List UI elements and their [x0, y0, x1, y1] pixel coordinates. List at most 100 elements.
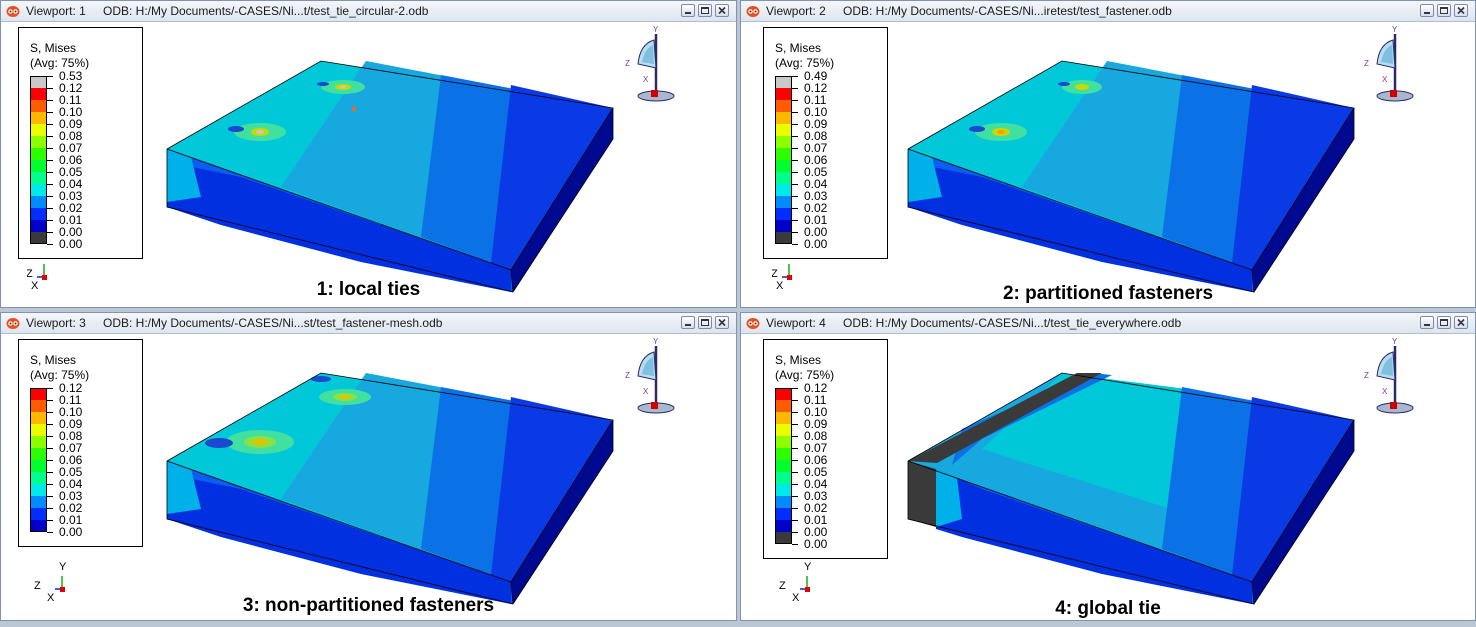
viewport-titlebar[interactable]: Viewport: 4 ODB: H:/My Documents/-CASES/… [741, 313, 1475, 334]
legend-tick [792, 112, 798, 113]
viewport-4[interactable]: Viewport: 4 ODB: H:/My Documents/-CASES/… [740, 312, 1476, 621]
legend-tick [47, 484, 53, 485]
maximize-icon [701, 7, 709, 14]
minimize-button[interactable] [681, 316, 695, 329]
legend-tick [47, 208, 53, 209]
viewport-caption: 1: local ties [316, 279, 421, 300]
legend-swatch [30, 448, 47, 460]
viewport-canvas[interactable]: S, Mises (Avg: 75%) 0.49 0.12 0.11 0.10 0.09… [741, 22, 1475, 307]
contour-legend: S, Mises (Avg: 75%) 0.12 0.11 0.10 0.09 0.08… [763, 339, 888, 559]
legend-subtitle: (Avg: 75%) [30, 56, 90, 70]
legend-swatch [775, 196, 792, 208]
minimize-button[interactable] [1420, 4, 1434, 17]
legend-tick [47, 496, 53, 497]
minimize-icon [1424, 12, 1430, 14]
legend-tick [792, 244, 798, 245]
close-button[interactable] [715, 4, 729, 17]
triad-z-label: Z [772, 268, 778, 280]
minimize-button[interactable] [1420, 316, 1434, 329]
viewport-canvas[interactable]: S, Mises (Avg: 75%) 0.53 0.12 0.11 0.10 0.09… [1, 22, 736, 307]
triad-z-label: Z [34, 580, 41, 592]
maximize-button[interactable] [698, 316, 712, 329]
legend-tick [792, 160, 798, 161]
legend-tick [47, 460, 53, 461]
fe-model-plate [166, 372, 614, 605]
legend-swatch [775, 172, 792, 184]
maximize-icon [1440, 7, 1448, 14]
legend-tick [792, 400, 798, 401]
legend-tick [792, 184, 798, 185]
odb-path: ODB: H:/My Documents/-CASES/Ni...t/test_… [843, 316, 1182, 330]
legend-tick [792, 196, 798, 197]
legend-tick [792, 220, 798, 221]
abaqus-viewport-icon [746, 318, 760, 329]
csys-x-label: X [643, 75, 649, 84]
legend-swatch [30, 160, 47, 172]
legend-swatch [775, 508, 792, 520]
close-button[interactable] [1454, 4, 1468, 17]
viewport-1[interactable]: Viewport: 1 ODB: H:/My Documents/-CASES/… [0, 0, 737, 308]
legend-tick [47, 172, 53, 173]
legend-swatch [30, 400, 47, 412]
csys-x-label: X [1382, 75, 1388, 84]
viewport-titlebar[interactable]: Viewport: 1 ODB: H:/My Documents/-CASES/… [1, 1, 736, 22]
legend-tick [47, 220, 53, 221]
legend-swatch [30, 520, 47, 532]
csys-y-label: Y [653, 338, 659, 346]
csys-z-label: Z [1364, 59, 1369, 68]
maximize-button[interactable] [698, 4, 712, 17]
abaqus-viewport-icon [746, 6, 760, 17]
viewport-3[interactable]: Viewport: 3 ODB: H:/My Documents/-CASES/… [0, 312, 737, 621]
legend-swatch [30, 424, 47, 436]
legend-subtitle: (Avg: 75%) [775, 368, 835, 382]
maximize-icon [1440, 319, 1448, 326]
legend-swatch [30, 496, 47, 508]
legend-tick [792, 124, 798, 125]
legend-swatch [775, 424, 792, 436]
legend-tick [47, 160, 53, 161]
minimize-button[interactable] [681, 4, 695, 17]
legend-swatch [30, 100, 47, 112]
odb-path: ODB: H:/My Documents/-CASES/Ni...t/test_… [103, 4, 429, 18]
viewport-titlebar[interactable]: Viewport: 3 ODB: H:/My Documents/-CASES/… [1, 313, 736, 334]
legend-value: 0.00 [59, 237, 83, 251]
csys-y-label: Y [1392, 338, 1398, 346]
viewport-canvas[interactable]: S, Mises (Avg: 75%) 0.12 0.11 0.10 0.09 0.08… [741, 334, 1475, 620]
close-icon [1457, 6, 1465, 15]
csys-x-label: X [1382, 387, 1388, 396]
maximize-button[interactable] [1437, 4, 1451, 17]
viewport-name: Viewport: 2 [766, 4, 826, 18]
legend-swatch [775, 136, 792, 148]
viewport-canvas[interactable]: S, Mises (Avg: 75%) 0.12 0.11 0.10 0.09 0.08… [1, 334, 736, 620]
legend-title: S, Mises [30, 353, 77, 367]
legend-swatch [775, 388, 792, 400]
csys-z-label: Z [625, 371, 630, 380]
csys-z-label: Z [625, 59, 630, 68]
legend-tick [47, 412, 53, 413]
legend-swatch [30, 232, 47, 244]
legend-swatch [775, 184, 792, 196]
close-button[interactable] [715, 316, 729, 329]
legend-tick [47, 448, 53, 449]
viewport-name: Viewport: 3 [26, 316, 86, 330]
close-button[interactable] [1454, 316, 1468, 329]
legend-swatch [775, 112, 792, 124]
legend-tick [792, 448, 798, 449]
legend-tick [47, 184, 53, 185]
legend-tick [47, 388, 53, 389]
legend-title: S, Mises [30, 41, 77, 55]
legend-swatch [30, 484, 47, 496]
legend-tick [47, 88, 53, 89]
legend-tick [792, 484, 798, 485]
legend-swatch [775, 76, 792, 88]
viewport-2[interactable]: Viewport: 2 ODB: H:/My Documents/-CASES/… [740, 0, 1476, 308]
viewport-titlebar[interactable]: Viewport: 2 ODB: H:/My Documents/-CASES/… [741, 1, 1475, 22]
maximize-button[interactable] [1437, 316, 1451, 329]
legend-value: 0.00 [804, 537, 828, 551]
legend-swatch [30, 436, 47, 448]
legend-tick [47, 124, 53, 125]
legend-subtitle: (Avg: 75%) [775, 56, 835, 70]
view-cube-icon: Y Z X [1364, 338, 1414, 414]
fe-model-plate [166, 60, 614, 293]
legend-tick [47, 148, 53, 149]
